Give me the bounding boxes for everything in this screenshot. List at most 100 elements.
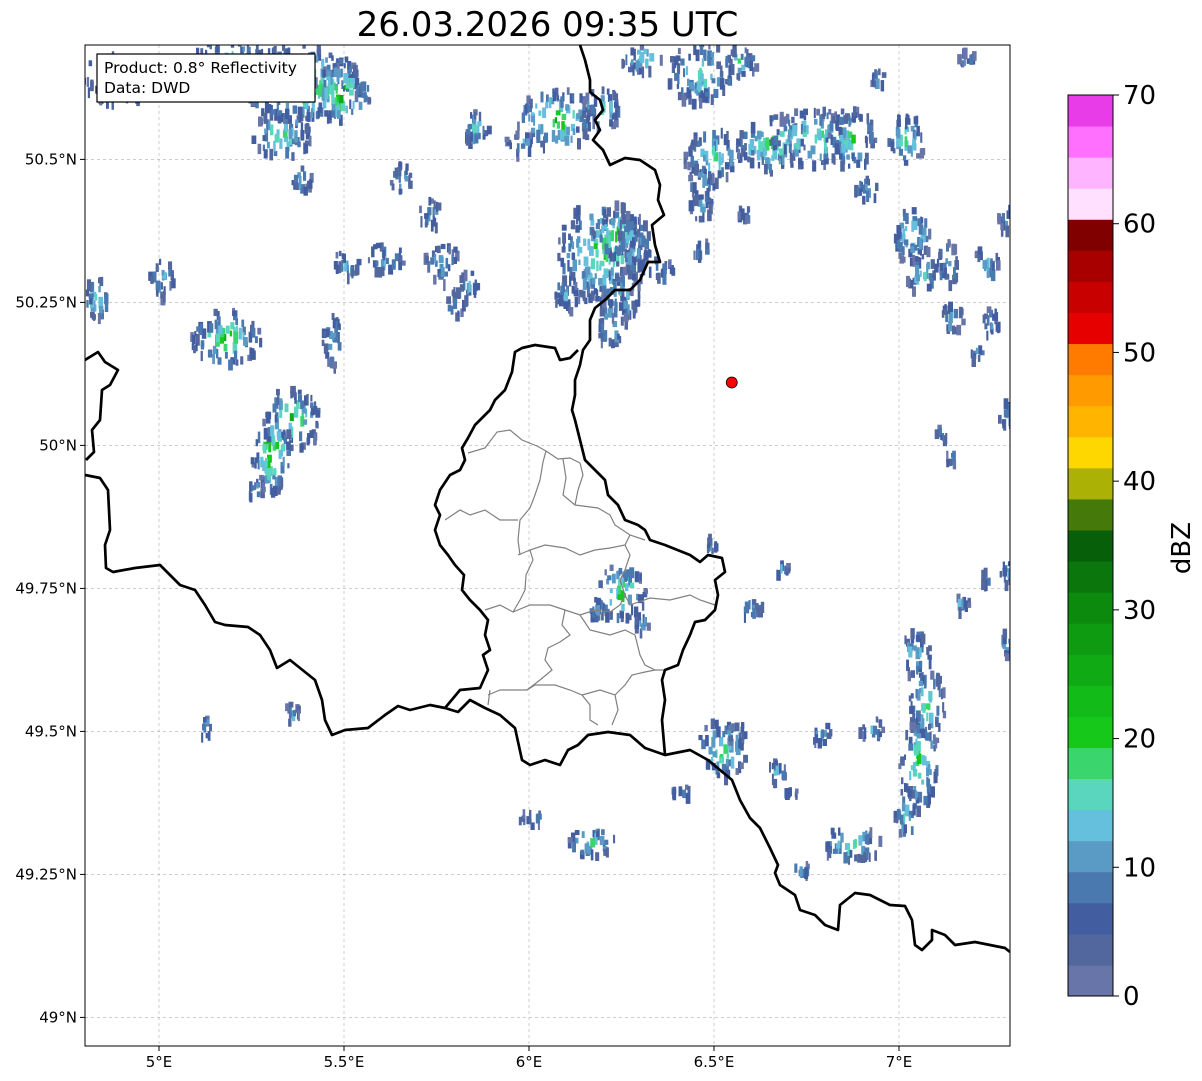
echo-pixel [899,139,902,147]
echo-pixel [935,720,939,728]
echo-pixel [264,128,268,134]
echo-pixel [750,121,756,134]
echo-pixel [740,138,743,145]
echo-pixel [552,119,555,128]
echo-pixel [621,214,627,225]
echo-pixel [567,837,573,844]
echo-pixel [582,279,587,291]
echo-pixel [623,266,627,276]
echo-pixel [217,357,222,365]
echo-pixel [984,263,986,272]
echo-pixel [703,168,707,175]
echo-pixel [823,153,829,159]
echo-pixel [643,220,648,232]
y-tick-label: 49.5°N [25,722,77,740]
echo-pixel [1008,638,1010,644]
echo-pixel [615,231,618,243]
echo-pixel [598,333,603,339]
echo-pixel [599,234,603,243]
echo-pixel [921,633,926,645]
echo-pixel [914,744,919,756]
echo-pixel [908,815,911,821]
echo-pixel [453,246,458,253]
echo-pixel [832,848,838,854]
echo-pixel [900,757,903,764]
colorbar-segment [1068,809,1113,842]
echo-pixel [554,117,557,124]
echo-pixel [911,207,917,215]
echo-pixel [322,86,325,93]
echo-pixel [999,571,1002,578]
echo-pixel [913,116,918,125]
echo-pixel [237,45,241,46]
echo-pixel [522,809,526,819]
echo-pixel [1004,653,1010,662]
echo-pixel [561,224,567,231]
echo-pixel [712,751,717,758]
echo-pixel [233,331,239,344]
echo-pixel [255,45,259,54]
echo-pixel [599,836,605,846]
echo-pixel [614,102,619,109]
echo-pixel [310,108,314,118]
colorbar-segment [1068,281,1113,313]
echo-pixel [583,118,587,130]
echo-pixel [264,102,269,114]
echo-pixel [572,841,576,853]
echo-pixel [382,249,386,261]
echo-pixel [725,172,729,183]
echo-pixel [693,136,698,146]
echo-pixel [619,219,622,231]
echo-pixel [254,482,257,490]
echo-pixel [719,736,724,747]
echo-pixel [636,248,641,259]
echo-pixel [943,309,947,315]
echo-pixel [630,59,634,65]
echo-pixel [898,148,903,156]
echo-pixel [443,279,446,291]
echo-pixel [575,225,580,233]
echo-pixel [714,720,719,726]
echo-pixel [625,210,631,220]
echo-pixel [916,724,919,734]
echo-pixel [259,337,263,348]
echo-pixel [303,419,308,425]
echo-pixel [620,316,624,326]
echo-pixel [703,154,707,162]
echo-pixel [98,286,101,293]
echo-pixel [282,456,285,466]
echo-pixel [769,115,773,127]
echo-pixel [368,97,372,104]
echo-pixel [696,248,700,260]
y-tick-label: 49.25°N [15,865,77,883]
echo-pixel [710,52,715,58]
echo-pixel [915,256,919,262]
echo-pixel [284,403,289,413]
echo-pixel [593,243,598,250]
echo-pixel [441,267,445,277]
echo-pixel [459,284,464,292]
echo-pixel [873,80,876,88]
echo-pixel [695,49,700,62]
echo-pixel [1007,568,1010,579]
echo-pixel [516,143,520,153]
echo-pixel [582,290,586,302]
echo-pixel [869,119,873,126]
echo-pixel [587,238,591,251]
echo-pixel [922,756,927,766]
echo-pixel [201,732,204,743]
echo-pixel [773,779,777,789]
echo-pixel [700,73,704,82]
echo-pixel [612,89,616,101]
echo-pixel [840,108,845,115]
echo-pixel [708,533,712,543]
echo-pixel [408,180,413,189]
echo-pixel [90,79,94,91]
echo-pixel [267,460,271,468]
echo-pixel [634,571,640,583]
echo-pixel [304,144,309,154]
echo-pixel [249,492,253,503]
echo-pixel [352,101,355,110]
echo-pixel [958,599,962,607]
echo-pixel [852,839,856,850]
